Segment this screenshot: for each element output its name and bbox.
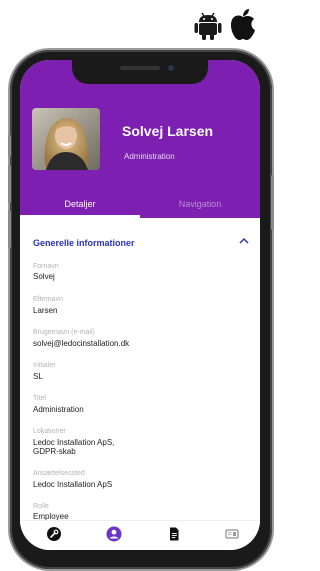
wrench-icon[interactable] — [46, 526, 62, 542]
bottom-navigation — [20, 520, 260, 550]
tab-navigation[interactable]: Navigation — [140, 193, 260, 218]
field-label-fornavn: Fornavn — [33, 263, 59, 270]
phone-side-button — [8, 210, 11, 248]
field-value-titel: Administration — [33, 405, 84, 414]
phone-power-button — [271, 175, 274, 230]
field-value-efternavn: Larsen — [33, 306, 58, 315]
field-value-ansaettelsessted: Ledoc Installation ApS — [33, 480, 113, 489]
phone-notch — [72, 60, 208, 84]
phone-side-button — [8, 135, 11, 157]
field-label-initialer: Initialer — [33, 362, 56, 369]
speaker — [120, 66, 160, 70]
field-label-titel: Titel — [33, 395, 46, 402]
field-value-initialer: SL — [33, 372, 43, 381]
profile-icon[interactable] — [106, 526, 122, 542]
field-label-ansaettelsessted: Ansættelsessted — [33, 470, 85, 477]
profile-role: Administration — [124, 152, 175, 161]
front-camera — [168, 65, 174, 71]
field-value-fornavn: Solvej — [33, 272, 55, 281]
field-value-brugernavn: solvej@ledocinstallation.dk — [33, 339, 130, 348]
section-title[interactable]: Generelle informationer — [33, 238, 135, 248]
apple-icon — [231, 9, 255, 40]
phone-side-button — [8, 165, 11, 203]
field-value-lokationer-2: GDPR-skab — [33, 447, 76, 456]
profile-tabs: Detaljer Navigation — [20, 193, 260, 218]
document-icon[interactable] — [166, 526, 182, 542]
field-label-brugernavn: Brugernavn (e-mail) — [33, 329, 95, 336]
field-label-efternavn: Efternavn — [33, 296, 63, 303]
avatar-photo — [32, 108, 100, 170]
phone-screen: Solvej Larsen Administration Detaljer Na… — [20, 60, 260, 550]
platform-icons — [189, 7, 269, 41]
profile-name: Solvej Larsen — [122, 123, 214, 139]
chevron-up-icon[interactable] — [238, 236, 250, 246]
details-panel: Generelle informationer Fornavn Solvej E… — [20, 218, 260, 521]
id-card-icon[interactable] — [224, 526, 240, 542]
android-icon — [194, 12, 222, 40]
field-label-lokationer: Lokationer — [33, 428, 66, 435]
field-value-lokationer: Ledoc Installation ApS, — [33, 438, 115, 447]
avatar — [32, 108, 100, 170]
field-label-rolle: Rolle — [33, 503, 49, 510]
